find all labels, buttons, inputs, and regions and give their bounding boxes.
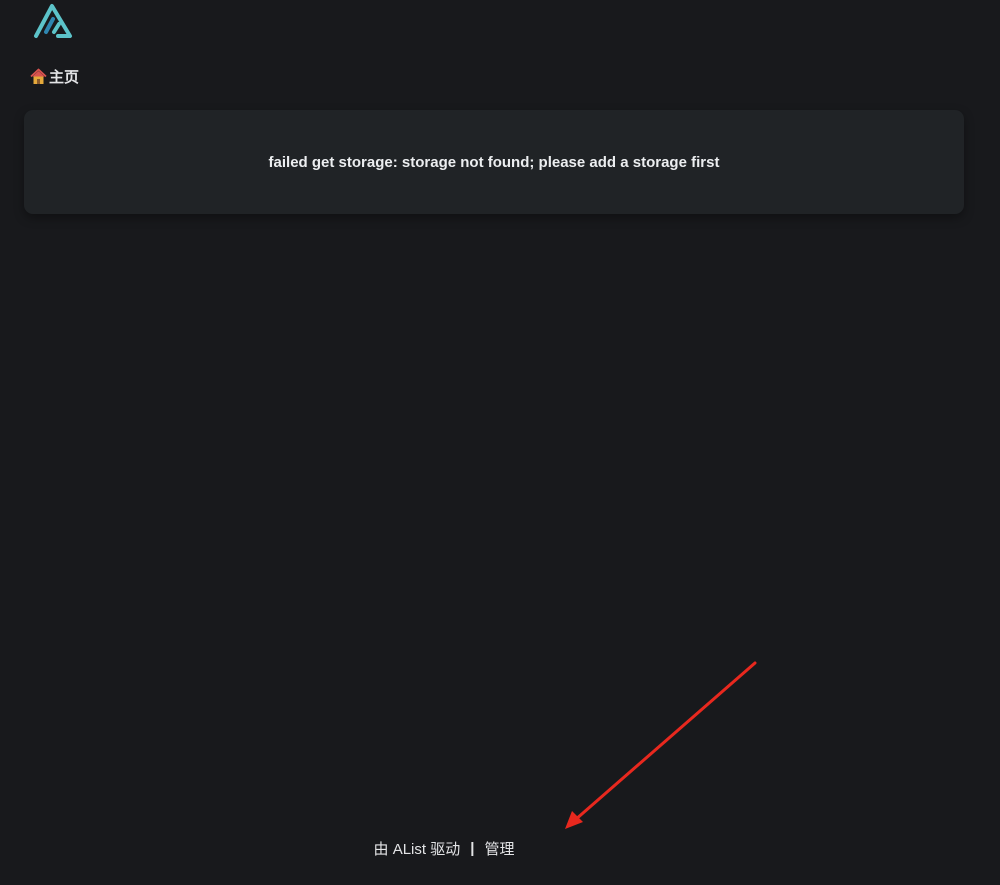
error-message: failed get storage: storage not found; p… [268,153,720,171]
error-card: failed get storage: storage not found; p… [24,110,964,214]
breadcrumb-home-label: 主页 [49,69,80,86]
breadcrumb-home[interactable]: 主页 [30,66,79,87]
powered-by-link[interactable]: 由 AList 驱动 [374,838,461,859]
footer: 由 AList 驱动 | 管理 [0,838,1000,859]
footer-separator: | [470,840,475,857]
home-icon [30,68,47,85]
page: 主页 failed get storage: storage not found… [0,0,1000,885]
manage-link[interactable]: 管理 [484,838,514,859]
alist-logo-icon[interactable] [32,2,76,40]
